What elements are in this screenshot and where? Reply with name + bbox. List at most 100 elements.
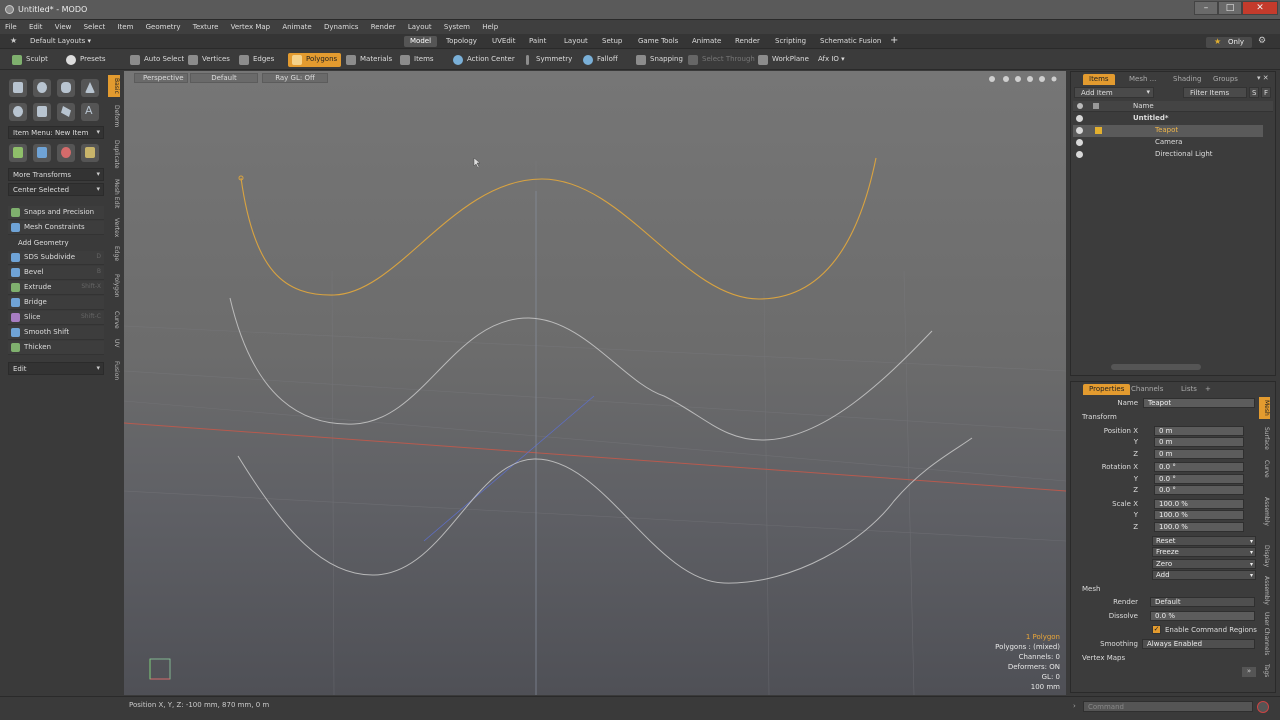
rvtab-display[interactable]: Display bbox=[1259, 541, 1270, 571]
capsule-icon[interactable] bbox=[33, 103, 51, 121]
tool-sds-subdivide[interactable]: SDS Subdivide D bbox=[8, 251, 104, 265]
torus-icon[interactable] bbox=[9, 103, 27, 121]
horizontal-scrollbar[interactable] bbox=[1111, 364, 1201, 370]
layout-tab-model[interactable]: Model bbox=[404, 36, 438, 47]
enable-command-regions-checkbox[interactable]: ✓ bbox=[1152, 625, 1161, 634]
materials-button[interactable]: Materials bbox=[342, 53, 396, 67]
minimize-button[interactable]: – bbox=[1194, 1, 1218, 15]
move-tool-icon[interactable] bbox=[9, 144, 27, 162]
vtab-edge[interactable]: Edge bbox=[108, 243, 120, 265]
menu-dynamics[interactable]: Dynamics bbox=[319, 20, 364, 31]
cylinder-icon[interactable] bbox=[57, 79, 75, 97]
name-field[interactable]: Teapot bbox=[1143, 398, 1255, 408]
tree-item-camera[interactable]: Camera bbox=[1073, 137, 1263, 149]
layout-tab-topology[interactable]: Topology bbox=[440, 36, 483, 47]
tree-item-teapot[interactable]: Teapot bbox=[1073, 125, 1263, 137]
menu-edit[interactable]: Edit bbox=[24, 20, 48, 31]
rvtab-mesh[interactable]: Mesh bbox=[1259, 397, 1270, 419]
smoothing-dropdown[interactable]: Always Enabled bbox=[1142, 639, 1255, 649]
edges-button[interactable]: Edges bbox=[235, 53, 278, 67]
search-toggle[interactable]: S bbox=[1249, 87, 1259, 98]
snapping-button[interactable]: Snapping bbox=[632, 53, 687, 67]
vtab-deform[interactable]: Deform bbox=[108, 101, 120, 131]
items-button[interactable]: Items bbox=[396, 53, 438, 67]
position-y-field[interactable]: 0 m bbox=[1154, 437, 1244, 447]
vtab-fusion[interactable]: Fusion bbox=[108, 355, 120, 387]
menu-file[interactable]: File bbox=[0, 20, 22, 31]
menu-animate[interactable]: Animate bbox=[277, 20, 316, 31]
add-tab-button[interactable]: + bbox=[1199, 384, 1217, 395]
layout-tab-game-tools[interactable]: Game Tools bbox=[632, 36, 684, 47]
vtab-curve[interactable]: Curve bbox=[108, 307, 120, 333]
menu-render[interactable]: Render bbox=[366, 20, 401, 31]
rvtab-user-channels[interactable]: User Channels bbox=[1259, 609, 1270, 659]
tab-items[interactable]: Items bbox=[1083, 74, 1115, 85]
only-toggle[interactable]: ★ Only bbox=[1206, 37, 1252, 48]
more-transforms-dropdown[interactable]: More Transforms ▾ bbox=[8, 168, 104, 181]
select-through-button[interactable]: Select Through bbox=[684, 53, 759, 67]
menu-layout[interactable]: Layout bbox=[403, 20, 437, 31]
view-style-dropdown[interactable]: Default bbox=[190, 73, 258, 83]
position-z-field[interactable]: 0 m bbox=[1154, 449, 1244, 459]
presets-button[interactable]: Presets bbox=[62, 53, 109, 67]
layout-tab-schematic-fusion[interactable]: Schematic Fusion bbox=[814, 36, 887, 47]
expand-arrows-icon[interactable]: » bbox=[1242, 667, 1256, 677]
bottom-curve[interactable] bbox=[237, 437, 973, 584]
vtab-mesh-edit[interactable]: Mesh Edit bbox=[108, 175, 120, 213]
panel-menu-icon[interactable]: ▾ ✕ bbox=[1257, 74, 1269, 82]
scale-y-field[interactable]: 100.0 % bbox=[1154, 510, 1244, 520]
dissolve-field[interactable]: 0.0 % bbox=[1150, 611, 1255, 621]
vtab-vertex[interactable]: Vertex bbox=[108, 215, 120, 241]
tab-shading[interactable]: Shading bbox=[1167, 74, 1207, 85]
menu-geometry[interactable]: Geometry bbox=[141, 20, 186, 31]
maximize-button[interactable]: □ bbox=[1218, 1, 1242, 15]
tab-groups[interactable]: Groups bbox=[1207, 74, 1244, 85]
3d-viewport[interactable]: Perspective Default Ray GL: Off 1 Polygo… bbox=[124, 71, 1066, 695]
view-type-dropdown[interactable]: Perspective bbox=[134, 73, 188, 83]
rvtab-curve[interactable]: Curve bbox=[1259, 457, 1270, 481]
scale-tool-icon[interactable] bbox=[57, 144, 75, 162]
command-history-icon[interactable] bbox=[1257, 701, 1269, 713]
layout-tab-scripting[interactable]: Scripting bbox=[769, 36, 812, 47]
menu-item[interactable]: Item bbox=[112, 20, 138, 31]
rvtab-assembly-2[interactable]: Assembly bbox=[1259, 574, 1270, 606]
layout-tab-setup[interactable]: Setup bbox=[596, 36, 628, 47]
star-icon[interactable]: ★ bbox=[10, 36, 17, 45]
vtab-polygon[interactable]: Polygon bbox=[108, 269, 120, 303]
polygons-button[interactable]: Polygons bbox=[288, 53, 342, 67]
visibility-eye-icon[interactable] bbox=[1076, 115, 1083, 122]
tool-smooth-shift[interactable]: Smooth Shift bbox=[8, 326, 104, 340]
reset-dropdown[interactable]: Reset ▾ bbox=[1152, 536, 1256, 546]
add-item-dropdown[interactable]: Add Item ▾ bbox=[1074, 87, 1154, 98]
rotation-x-field[interactable]: 0.0 ° bbox=[1154, 462, 1244, 472]
rotate-tool-icon[interactable] bbox=[33, 144, 51, 162]
cube-icon[interactable] bbox=[9, 79, 27, 97]
layout-tab-uvedit[interactable]: UVEdit bbox=[486, 36, 521, 47]
tool-bridge[interactable]: Bridge bbox=[8, 296, 104, 310]
plane-icon[interactable] bbox=[57, 103, 75, 121]
tool-bevel[interactable]: Bevel B bbox=[8, 266, 104, 280]
tool-thicken[interactable]: Thicken bbox=[8, 341, 104, 355]
vtab-duplicate[interactable]: Duplicate bbox=[108, 135, 120, 173]
viewport-canvas[interactable] bbox=[124, 71, 1066, 695]
cone-icon[interactable] bbox=[81, 79, 99, 97]
selected-curve[interactable] bbox=[240, 157, 877, 300]
tool-slice[interactable]: Slice Shift-C bbox=[8, 311, 104, 325]
vtab-uv[interactable]: UV bbox=[108, 335, 120, 351]
tree-item-untitled[interactable]: Untitled* bbox=[1073, 113, 1263, 125]
settings-gear-icon[interactable]: ⚙ bbox=[1258, 36, 1266, 46]
filter-items-field[interactable]: Filter Items bbox=[1183, 87, 1247, 98]
freeze-dropdown[interactable]: Freeze ▾ bbox=[1152, 547, 1256, 557]
layout-tab-layout[interactable]: Layout bbox=[558, 36, 594, 47]
position-x-field[interactable]: 0 m bbox=[1154, 426, 1244, 436]
center-selected-dropdown[interactable]: Center Selected ▾ bbox=[8, 183, 104, 196]
filter-toggle[interactable]: F bbox=[1261, 87, 1271, 98]
raygl-toggle[interactable]: Ray GL: Off bbox=[262, 73, 328, 83]
menu-vertex-map[interactable]: Vertex Map bbox=[226, 20, 276, 31]
edit-dropdown[interactable]: Edit ▾ bbox=[8, 362, 104, 375]
rotation-z-field[interactable]: 0.0 ° bbox=[1154, 485, 1244, 495]
tab-mesh-ops[interactable]: Mesh ... bbox=[1123, 74, 1162, 85]
workplane-button[interactable]: WorkPlane bbox=[754, 53, 813, 67]
visibility-eye-icon[interactable] bbox=[1076, 139, 1083, 146]
transform-tool-icon[interactable] bbox=[81, 144, 99, 162]
